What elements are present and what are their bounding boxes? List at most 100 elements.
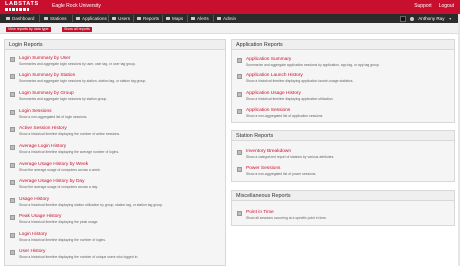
nav-maps[interactable]: Maps [166, 14, 183, 23]
report-item[interactable]: Login Sessions Show a non-aggregated list… [10, 109, 221, 121]
report-title-link[interactable]: Login History [19, 232, 47, 237]
report-icon [237, 150, 242, 155]
report-item[interactable]: Peak Usage History Show a historical time… [10, 214, 221, 226]
nav-divider [72, 15, 73, 22]
report-item[interactable]: Inventory Breakdown Show a categorized re… [237, 149, 450, 161]
user-avatar-icon [410, 16, 415, 21]
report-title-link[interactable]: User History [19, 249, 45, 254]
nav-label: Users [118, 16, 130, 21]
logo-bars-icon [5, 8, 35, 11]
nav-admin[interactable]: Admin [217, 14, 236, 23]
report-description: Show a historical timeline displaying th… [19, 220, 99, 224]
support-link[interactable]: Support [414, 3, 432, 9]
login-reports-panel: Login Reports Login Summary by User Summa… [4, 39, 226, 266]
panel-title: Station Reports [236, 133, 274, 139]
report-title-link[interactable]: Power Sessions [246, 166, 280, 171]
report-item[interactable]: Login Summary by Group Summaries and aggr… [10, 91, 221, 103]
nav-label: Maps [172, 16, 184, 21]
report-title-link[interactable]: Login Summary by User [19, 56, 70, 61]
report-title-link[interactable]: Peak Usage History [19, 214, 61, 219]
report-icon [10, 145, 15, 150]
admin-icon [217, 16, 221, 21]
report-description: Show a historical timeline displaying ap… [246, 79, 354, 83]
report-title-link[interactable]: Application Launch History [246, 73, 303, 78]
report-title-link[interactable]: Inventory Breakdown [246, 149, 291, 154]
report-item[interactable]: Point in Time Show all sessions occurring… [237, 210, 450, 222]
maps-icon [166, 16, 170, 21]
nav-alerts[interactable]: Alerts [191, 14, 209, 23]
report-description: Show a historical timeline displaying st… [19, 203, 163, 207]
report-icon [10, 215, 15, 220]
nav-label: Applications [82, 16, 107, 21]
reports-icon [137, 16, 141, 21]
report-item[interactable]: Average Login History Show a historical t… [10, 144, 221, 156]
report-item[interactable]: Usage History Show a historical timeline … [10, 197, 221, 209]
report-icon [237, 167, 242, 172]
report-title-link[interactable]: Login Summary by Group [19, 91, 74, 96]
show-all-reports-button[interactable]: Show all reports [62, 27, 92, 32]
report-icon [10, 233, 15, 238]
report-title-link[interactable]: Average Usage History by Week [19, 162, 88, 167]
labstats-logo[interactable]: LABSTATS [5, 1, 38, 13]
report-title-link[interactable]: Average Usage History by Day [19, 179, 85, 184]
panel-title: Miscellaneous Reports [236, 193, 291, 199]
report-item[interactable]: Application Usage History Show a historic… [237, 91, 450, 103]
report-description: Summarize and aggregate application sess… [246, 63, 380, 67]
report-description: Show a historical timeline displaying th… [19, 255, 139, 259]
report-title-link[interactable]: Usage History [19, 197, 49, 202]
chevron-down-icon[interactable]: ▼ [449, 17, 452, 21]
report-item[interactable]: Login Summary by Station Summaries and ag… [10, 73, 221, 85]
nav-applications[interactable]: Applications [76, 14, 107, 23]
report-title-link[interactable]: Login Summary by Station [19, 73, 75, 78]
report-description: Show the average usage of computers acro… [19, 168, 101, 172]
report-item[interactable]: Average Usage History by Week Show the av… [10, 162, 221, 174]
report-icon [10, 250, 15, 255]
report-title-link[interactable]: Application Usage History [246, 91, 301, 96]
report-item[interactable]: Power Sessions Show a non-aggregated list… [237, 166, 450, 178]
report-item[interactable]: Login History Show a historical timeline … [10, 232, 221, 244]
report-title-link[interactable]: Login Sessions [19, 109, 52, 114]
report-icon [10, 92, 15, 97]
panel-title: Application Reports [236, 42, 283, 48]
report-description: Show a historical timeline displaying ap… [246, 97, 334, 101]
nav-divider [133, 15, 134, 22]
nav-reports[interactable]: Reports [137, 14, 159, 23]
report-description: Show a non-aggregated list of login sess… [19, 115, 88, 119]
user-menu[interactable]: Anthony Ray [418, 16, 444, 21]
nav-divider [39, 15, 40, 22]
panel-header: Station Reports [232, 131, 454, 141]
report-description: Show a historical timeline displaying th… [19, 132, 121, 136]
logout-link[interactable]: Logout [439, 3, 454, 9]
report-title-link[interactable]: Application Sessions [246, 108, 290, 113]
report-icon [10, 163, 15, 168]
nav-stations[interactable]: Stations [44, 14, 67, 23]
university-name: Eagle Rock University [52, 3, 101, 9]
report-item[interactable]: Application Sessions Show a non-aggregate… [237, 108, 450, 120]
report-item[interactable]: User History Show a historical timeline d… [10, 249, 221, 261]
nav-label: Alerts [197, 16, 209, 21]
dashboard-icon [6, 16, 10, 21]
report-title-link[interactable]: Average Login History [19, 144, 66, 149]
report-title-link[interactable]: Point in Time [246, 210, 274, 215]
report-item[interactable]: Application Launch History Show a histori… [237, 73, 450, 85]
report-item[interactable]: Active Session History Show a historical … [10, 126, 221, 138]
report-description: Summaries and aggregate login sessions b… [19, 62, 136, 66]
report-description: Show a historical timeline displaying th… [19, 238, 106, 242]
panel-header: Application Reports [232, 40, 454, 50]
application-reports-panel: Application Reports Application Summary S… [231, 39, 455, 123]
notification-icon[interactable] [400, 15, 407, 22]
report-icon [10, 127, 15, 132]
report-title-link[interactable]: Application Summary [246, 57, 291, 62]
nav-dashboard[interactable]: Dashboard [6, 14, 34, 23]
report-item[interactable]: Application Summary Summarize and aggrega… [237, 57, 450, 69]
report-icon [237, 74, 242, 79]
view-by-data-type-button[interactable]: View reports by data type [6, 27, 51, 32]
report-item[interactable]: Average Usage History by Day Show the ave… [10, 179, 221, 191]
report-description: Show a non-aggregated list of power sess… [246, 172, 317, 176]
miscellaneous-reports-panel: Miscellaneous Reports Point in Time Show … [231, 190, 455, 226]
alerts-icon [191, 16, 195, 21]
report-item[interactable]: Login Summary by User Summaries and aggre… [10, 56, 221, 68]
report-title-link[interactable]: Active Session History [19, 126, 67, 131]
nav-users[interactable]: Users [112, 14, 130, 23]
report-icon [10, 57, 15, 62]
